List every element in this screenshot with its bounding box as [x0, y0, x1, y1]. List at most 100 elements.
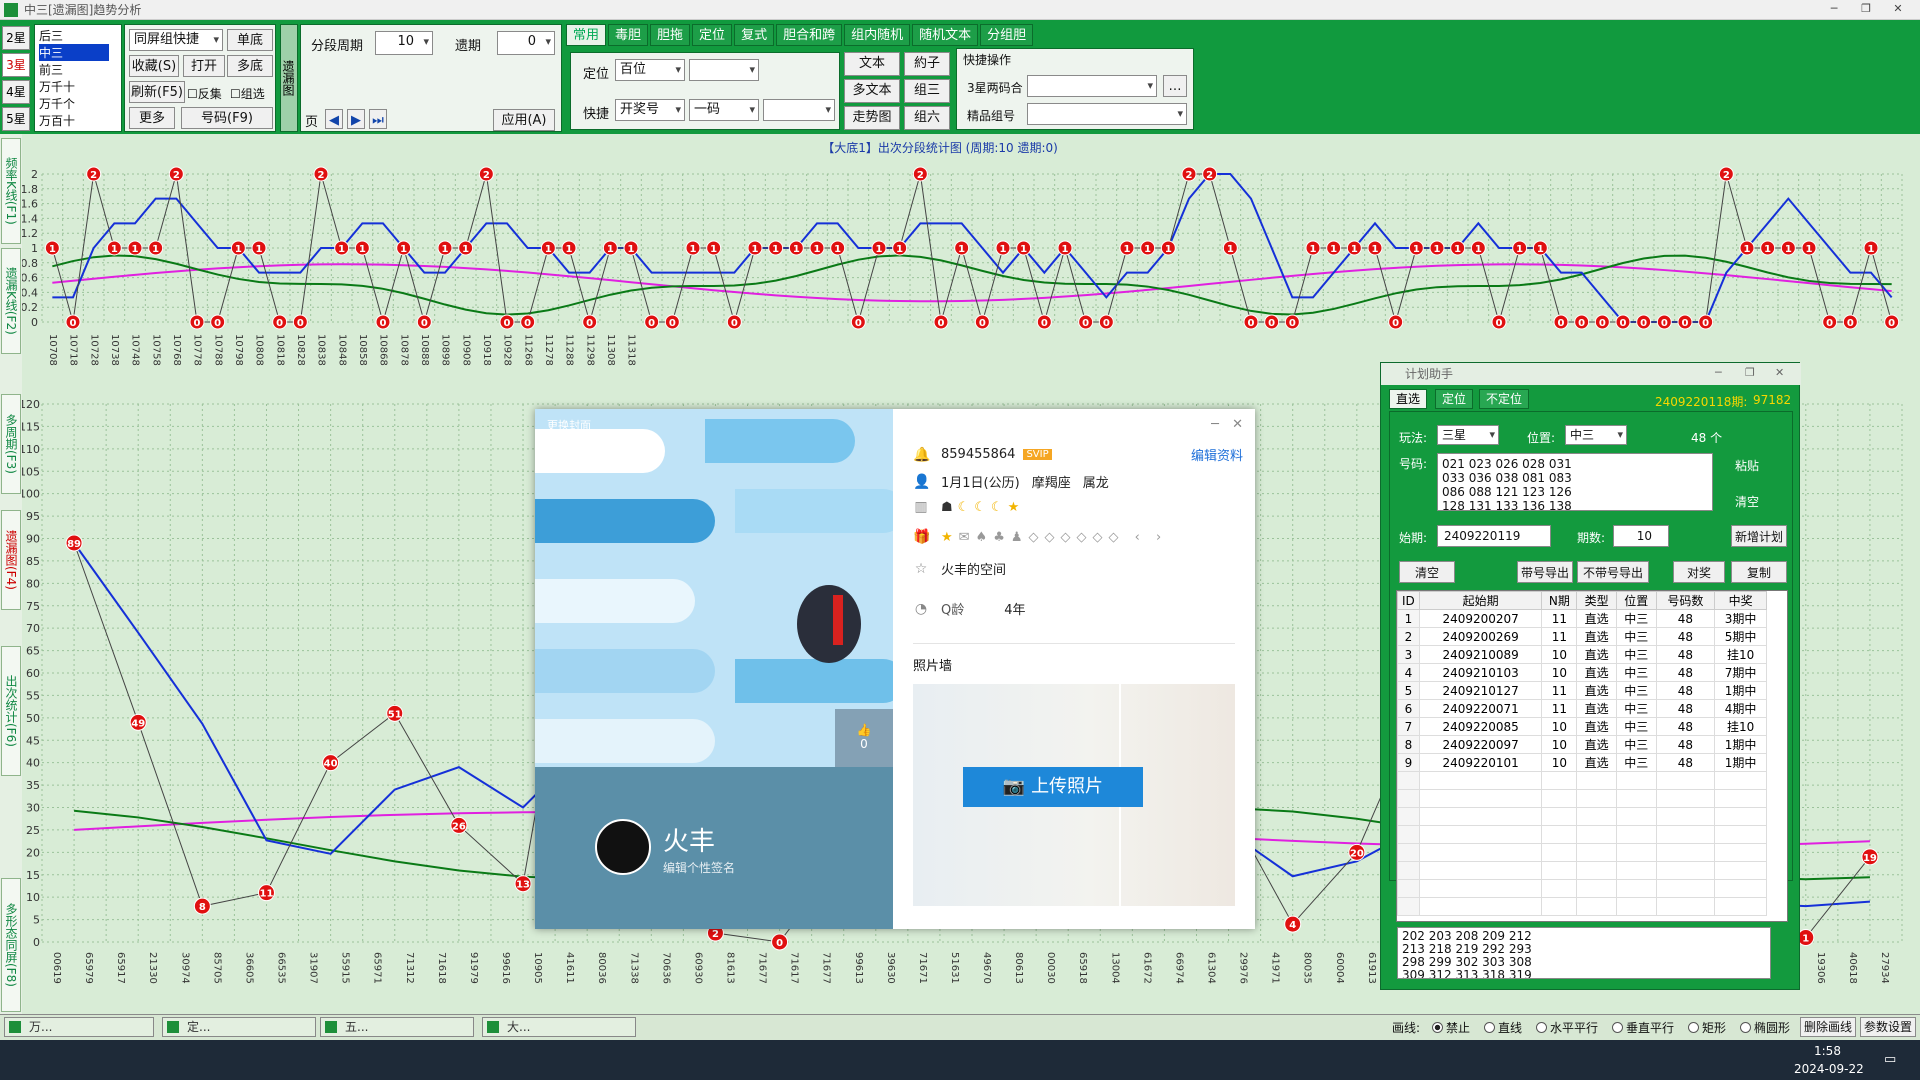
table-row[interactable]: 1 2409200207 11 直选 中三 48 3期中: [1397, 609, 1767, 628]
table-row[interactable]: 2 2409200269 11 直选 中三 48 5期中: [1397, 627, 1767, 646]
trend-button[interactable]: 走势图: [844, 106, 900, 130]
sidebar-item-freq-kline[interactable]: 频率K线(F1): [1, 138, 21, 244]
star-tab-4[interactable]: 4星: [2, 80, 30, 104]
multi-text-button[interactable]: 多文本: [844, 79, 900, 103]
single-button[interactable]: 单底: [227, 29, 273, 51]
position-select[interactable]: 中三: [1565, 425, 1627, 445]
quick-code-select[interactable]: 一码: [689, 99, 759, 121]
position-item[interactable]: 万百十: [39, 112, 75, 129]
table-row[interactable]: 8 2409220097 10 直选 中三 48 1期中: [1397, 735, 1767, 754]
change-cover-link[interactable]: 更换封面: [547, 417, 591, 433]
copy-button[interactable]: 复制: [1731, 561, 1787, 583]
position-item[interactable]: 万千个: [39, 95, 75, 112]
position-item[interactable]: 万千十: [39, 78, 75, 95]
task-window-2[interactable]: 定...: [162, 1017, 316, 1037]
tab-group-random[interactable]: 组内随机: [844, 24, 911, 46]
page-last-icon[interactable]: ⏭: [369, 109, 387, 129]
task-window-4[interactable]: 大...: [482, 1017, 636, 1037]
signature-link[interactable]: 编辑个性签名: [663, 859, 735, 876]
start-period-input[interactable]: 2409220119: [1437, 525, 1551, 547]
quick-source-select[interactable]: 开奖号: [615, 99, 685, 121]
fine-group-select[interactable]: [1027, 103, 1187, 125]
tab-random-text[interactable]: 随机文本: [912, 24, 979, 46]
column-header[interactable]: 起始期: [1418, 591, 1543, 610]
page-prev-icon[interactable]: ◀: [325, 109, 343, 129]
export-with-codes-button[interactable]: 带号导出: [1517, 561, 1573, 583]
zuliu-button[interactable]: 组六: [904, 106, 950, 130]
open-button[interactable]: 打开: [183, 55, 225, 77]
delete-drawing-button[interactable]: 删除画线: [1800, 1017, 1856, 1037]
clear-codes-button[interactable]: 清空: [1735, 493, 1759, 510]
star-tab-3[interactable]: 3星: [2, 53, 30, 77]
more-button[interactable]: 更多: [129, 107, 175, 129]
zusan-button[interactable]: 组三: [904, 79, 950, 103]
tab-position[interactable]: 定位: [692, 24, 733, 46]
table-row[interactable]: 9 2409220101 10 直选 中三 48 1期中: [1397, 753, 1767, 772]
sync-select[interactable]: 同屏组快捷: [129, 29, 223, 51]
task-window-1[interactable]: 万...: [4, 1017, 154, 1037]
task-window-3[interactable]: 五...: [320, 1017, 474, 1037]
restore-icon[interactable]: ❐: [1745, 366, 1755, 379]
check-prize-button[interactable]: 对奖: [1673, 561, 1725, 583]
close-icon[interactable]: ✕: [1232, 417, 1243, 432]
restore-icon[interactable]: ❐: [1852, 2, 1880, 16]
column-header[interactable]: 号码数: [1655, 591, 1716, 610]
settings-button[interactable]: 参数设置: [1860, 1017, 1916, 1037]
apply-button[interactable]: 应用(A): [493, 109, 555, 131]
space-link[interactable]: 火丰的空间: [941, 559, 1006, 578]
tab-common[interactable]: 常用: [566, 24, 607, 46]
draw-option-ellipse[interactable]: 椭圆形: [1740, 1019, 1790, 1036]
position-item[interactable]: 后三: [39, 27, 63, 44]
missing-period-input[interactable]: 0: [497, 31, 555, 55]
star-tab-5[interactable]: 5星: [2, 107, 30, 131]
table-row[interactable]: 5 2409210127 11 直选 中三 48 1期中: [1397, 681, 1767, 700]
upload-photo-button[interactable]: 📷 上传照片: [963, 767, 1143, 807]
minimize-icon[interactable]: ─: [1715, 366, 1722, 379]
sidebar-item-miss-kline[interactable]: 遗漏K线(F2): [1, 248, 21, 354]
reverse-checkbox[interactable]: ☐反集: [187, 85, 222, 102]
column-header[interactable]: ID: [1397, 591, 1420, 610]
position-item[interactable]: 前三: [39, 61, 63, 78]
plan-tab-position[interactable]: 定位: [1435, 389, 1474, 409]
segment-period-input[interactable]: 10: [375, 31, 433, 55]
table-row[interactable]: 3 2409210089 10 直选 中三 48 挂10: [1397, 645, 1767, 664]
periods-input[interactable]: 10: [1613, 525, 1669, 547]
digit-select[interactable]: 百位: [615, 59, 685, 81]
plan-codes-output[interactable]: 202 203 208 209 212 213 218 219 292 293 …: [1397, 927, 1771, 979]
tab-poison[interactable]: 毒胆: [608, 24, 649, 46]
draw-option-vertical[interactable]: 垂直平行: [1612, 1019, 1674, 1036]
yuezi-button[interactable]: 約子: [904, 52, 950, 76]
export-without-codes-button[interactable]: 不带号导出: [1577, 561, 1649, 583]
code-textarea[interactable]: 021 023 026 028 031 033 036 038 081 083 …: [1437, 453, 1713, 511]
sidebar-item-miss-chart[interactable]: 遗漏图(F4): [1, 510, 21, 610]
table-row[interactable]: 7 2409220085 10 直选 中三 48 挂10: [1397, 717, 1767, 736]
position-list[interactable]: 后三 中三 前三 万千十 万千个 万百十: [34, 24, 122, 132]
draw-option-line[interactable]: 直线: [1484, 1019, 1522, 1036]
table-row[interactable]: 4 2409210103 10 直选 中三 48 7期中: [1397, 663, 1767, 682]
page-next-icon[interactable]: ▶: [347, 109, 365, 129]
two-code-select[interactable]: [1027, 75, 1157, 97]
star-tab-2[interactable]: 2星: [2, 26, 30, 50]
draw-option-horizontal[interactable]: 水平平行: [1536, 1019, 1598, 1036]
tab-group-dan[interactable]: 分组胆: [980, 24, 1034, 46]
play-select[interactable]: 三星: [1437, 425, 1499, 445]
column-header[interactable]: 类型: [1576, 591, 1617, 610]
more-options-icon[interactable]: …: [1163, 75, 1187, 97]
draw-option-rectangle[interactable]: 矩形: [1688, 1019, 1726, 1036]
new-plan-button[interactable]: 新增计划: [1731, 525, 1787, 547]
position-item-selected[interactable]: 中三: [39, 44, 109, 61]
table-row[interactable]: 6 2409220071 11 直选 中三 48 4期中: [1397, 699, 1767, 718]
sidebar-item-multi-period[interactable]: 多周期(F3): [1, 394, 21, 494]
plan-tab-nonposition[interactable]: 不定位: [1479, 389, 1530, 409]
like-button[interactable]: 👍 0: [835, 709, 893, 767]
clear-plans-button[interactable]: 清空: [1399, 561, 1455, 583]
multi-button[interactable]: 多底: [227, 55, 273, 77]
edit-profile-link[interactable]: 编辑资料: [1191, 445, 1243, 464]
avatar[interactable]: [595, 819, 651, 875]
tab-dantuo[interactable]: 胆拖: [650, 24, 691, 46]
minimize-icon[interactable]: ─: [1211, 417, 1219, 432]
notification-icon[interactable]: ▭: [1884, 1052, 1896, 1067]
favorite-button[interactable]: 收藏(S): [129, 55, 179, 77]
minimize-icon[interactable]: ─: [1820, 2, 1848, 16]
combo-checkbox[interactable]: ☐组选: [230, 85, 265, 102]
